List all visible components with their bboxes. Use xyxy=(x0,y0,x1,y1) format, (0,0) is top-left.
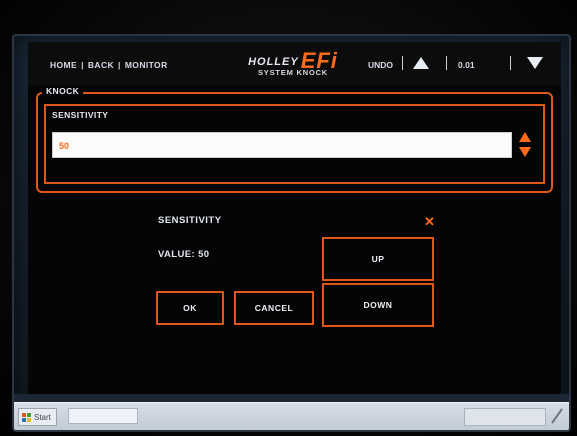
close-icon[interactable]: ✕ xyxy=(424,214,435,230)
triangle-down-icon xyxy=(527,57,543,69)
current-value-label: VALUE: 50 xyxy=(158,249,210,260)
taskbar-app-button[interactable] xyxy=(68,408,138,424)
nav-home-link[interactable]: HOME xyxy=(50,60,77,70)
dialog-title: SENSITIVITY xyxy=(158,215,222,226)
increment-button[interactable] xyxy=(412,56,430,70)
knock-group-legend: KNOCK xyxy=(42,86,84,96)
touch-screen: HOME | BACK | MONITOR HOLLEYEFi SYSTEM KNOCK… xyxy=(12,34,571,432)
decrement-button[interactable] xyxy=(526,56,544,70)
up-down-arrows-icon xyxy=(519,132,531,157)
pen-icon xyxy=(551,408,563,424)
up-button[interactable]: UP xyxy=(322,237,434,281)
nav-separator: | xyxy=(118,60,121,70)
system-tray xyxy=(464,408,546,426)
step-size-value[interactable]: 0.01 xyxy=(458,60,475,70)
toolbar-separator xyxy=(402,56,403,70)
cancel-button[interactable]: CANCEL xyxy=(234,291,314,325)
brand-logo: HOLLEYEFi SYSTEM KNOCK xyxy=(233,50,353,78)
sensitivity-label: SENSITIVITY xyxy=(52,110,109,120)
start-label: Start xyxy=(34,412,51,422)
taskbar: Start xyxy=(14,402,569,430)
nav-monitor-link[interactable]: MONITOR xyxy=(125,60,168,70)
triangle-up-icon xyxy=(413,57,429,69)
nav-back-link[interactable]: BACK xyxy=(88,60,114,70)
start-button[interactable]: Start xyxy=(18,408,57,426)
nav-links: HOME | BACK | MONITOR xyxy=(50,60,168,70)
brand-name: HOLLEY xyxy=(248,56,299,68)
toolbar-separator xyxy=(510,56,511,70)
tray-toggle-icon[interactable] xyxy=(550,407,564,425)
down-button[interactable]: DOWN xyxy=(322,283,434,327)
ok-button[interactable]: OK xyxy=(156,291,224,325)
windows-logo-icon xyxy=(22,412,31,422)
nav-separator: | xyxy=(81,60,84,70)
top-toolbar: HOME | BACK | MONITOR HOLLEYEFi SYSTEM KNOCK… xyxy=(28,42,561,86)
efi-application: HOME | BACK | MONITOR HOLLEYEFi SYSTEM KNOCK… xyxy=(28,42,561,394)
sensitivity-spinner[interactable] xyxy=(518,130,532,160)
undo-button[interactable]: UNDO xyxy=(368,60,393,70)
toolbar-separator xyxy=(446,56,447,70)
sensitivity-field[interactable]: 50 xyxy=(52,132,512,158)
